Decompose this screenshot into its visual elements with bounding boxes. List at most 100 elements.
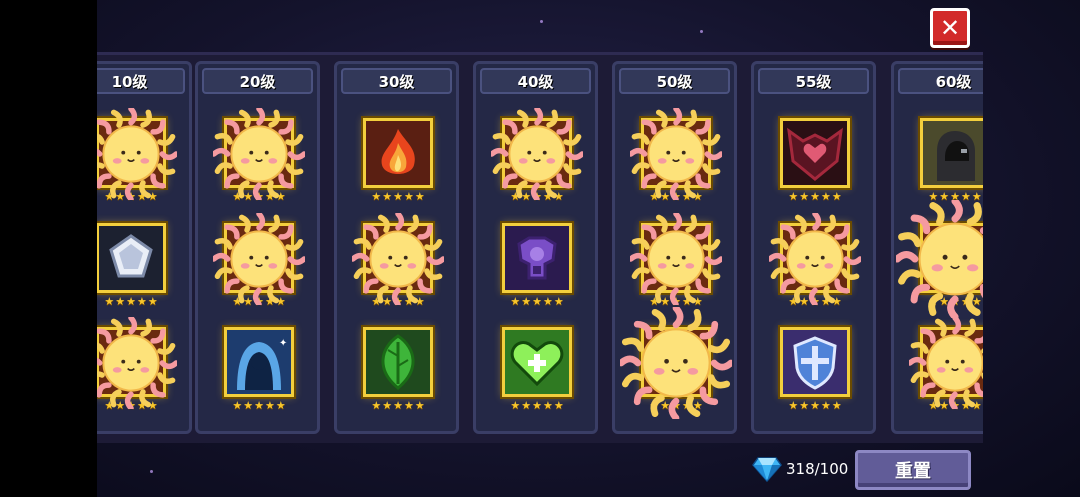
star-icon: ★ [681, 190, 692, 203]
star-icon: ★ [510, 190, 521, 203]
star-icon: ★ [115, 190, 126, 203]
blue-shield-icon [780, 327, 850, 397]
talent-slot[interactable]: ✦ ★ ★ ★ ★ ★ [224, 327, 294, 417]
star-icon: ★ [831, 190, 842, 203]
hooded-figure-icon [920, 118, 983, 188]
star-icon: ★ [810, 190, 820, 203]
star-icon: ★ [971, 295, 982, 308]
star-icon: ★ [831, 399, 842, 412]
talent-slot[interactable]: ★ ★ ★ ★ ★ [767, 211, 863, 313]
star-icon: ★ [382, 399, 393, 412]
talent-slot[interactable]: ★ ★ ★ ★ ★ [502, 223, 572, 313]
star-icon: ★ [660, 295, 671, 308]
star-icon: ★ [104, 295, 115, 308]
star-rating: ★ ★ ★ ★ ★ [97, 295, 170, 309]
star-icon: ★ [243, 190, 254, 203]
star-icon: ★ [799, 399, 810, 412]
star-icon: ★ [950, 190, 960, 203]
star-icon: ★ [136, 190, 147, 203]
star-icon: ★ [542, 399, 553, 412]
talent-slot[interactable]: ★ ★ ★ ★ ★ [363, 118, 433, 208]
sun-sticker-icon [920, 223, 983, 293]
talent-slot[interactable]: ★ ★ ★ ★ ★ [97, 106, 179, 208]
star-rating: ★ ★ ★ ★ ★ [359, 295, 437, 309]
star-icon: ★ [542, 190, 553, 203]
star-rating: ★ ★ ★ ★ ★ [637, 295, 715, 309]
star-icon: ★ [371, 190, 382, 203]
close-button[interactable]: ✕ [930, 8, 970, 48]
star-icon: ★ [950, 295, 960, 308]
star-rating: ★ ★ ★ ★ ★ [916, 295, 983, 309]
star-icon: ★ [521, 399, 532, 412]
star-icon: ★ [553, 399, 564, 412]
talent-slot[interactable]: ★ ★ ★ ★ ★ [350, 211, 446, 313]
level-header: 60级 [898, 68, 983, 94]
star-icon: ★ [254, 190, 264, 203]
star-icon: ★ [521, 295, 532, 308]
star-icon: ★ [660, 399, 671, 412]
star-icon: ★ [649, 295, 660, 308]
talent-slot[interactable]: ★ ★ ★ ★ ★ [628, 211, 724, 313]
talent-slot[interactable]: ★ ★ ★ ★ ★ [628, 106, 724, 208]
reset-button[interactable]: 重置 [855, 450, 971, 490]
star-icon: ★ [104, 190, 115, 203]
star-icon: ★ [788, 190, 799, 203]
star-icon: ★ [136, 399, 147, 412]
star-icon: ★ [532, 295, 542, 308]
talent-slot[interactable]: ★ ★ ★ ★ ★ [97, 315, 179, 417]
star-rating: ★ ★ ★ ★ ★ [220, 295, 298, 309]
star-icon: ★ [939, 399, 950, 412]
talent-slot[interactable]: ★ ★ ★ ★ ★ [920, 118, 983, 208]
star-rating: ★ ★ ★ ★ ★ [916, 190, 983, 204]
star-rating: ★ ★ ★ ★ ★ [637, 399, 715, 413]
sun-sticker-icon [224, 118, 294, 188]
star-icon: ★ [275, 190, 286, 203]
talent-slot[interactable]: ★ ★ ★ ★ ★ [489, 106, 585, 208]
star-icon: ★ [681, 399, 692, 412]
sun-sticker-icon [97, 327, 166, 397]
level-column: 50级 ★ ★ ★ ★ ★ ★ ★ ★ ★ ★ ★ ★ ★ ★ ★ [612, 61, 737, 434]
star-icon: ★ [810, 295, 820, 308]
star-rating: ★ ★ ★ ★ ★ [637, 190, 715, 204]
star-rating: ★ ★ ★ ★ ★ [97, 190, 170, 204]
green-heart-icon [502, 327, 572, 397]
talent-slot[interactable]: ★ ★ ★ ★ ★ [502, 327, 572, 417]
star-icon: ★ [532, 190, 542, 203]
talent-slot[interactable]: ★ ★ ★ ★ ★ [97, 223, 166, 313]
talent-slot[interactable]: ★ ★ ★ ★ ★ [211, 106, 307, 208]
star-icon: ★ [928, 295, 939, 308]
sun-sticker-icon [641, 223, 711, 293]
talent-slot[interactable]: ★ ★ ★ ★ ★ [363, 327, 433, 417]
star-icon: ★ [960, 190, 971, 203]
star-icon: ★ [553, 295, 564, 308]
star-icon: ★ [414, 399, 425, 412]
purple-armor-icon [502, 223, 572, 293]
star-icon: ★ [799, 190, 810, 203]
star-icon: ★ [971, 190, 982, 203]
star-icon: ★ [820, 295, 831, 308]
talent-slot[interactable]: ★ ★ ★ ★ ★ [780, 327, 850, 417]
star-icon: ★ [649, 399, 660, 412]
talent-slot[interactable]: ★ ★ ★ ★ ★ [907, 315, 983, 417]
star-icon: ★ [928, 190, 939, 203]
star-icon: ★ [532, 399, 542, 412]
star-icon: ★ [799, 295, 810, 308]
leaf-icon [363, 327, 433, 397]
star-icon: ★ [928, 399, 939, 412]
talent-slot[interactable]: ★ ★ ★ ★ ★ [893, 197, 983, 321]
star-icon: ★ [660, 190, 671, 203]
star-icon: ★ [403, 190, 414, 203]
star-rating: ★ ★ ★ ★ ★ [916, 399, 983, 413]
talent-slot[interactable]: ★ ★ ★ ★ ★ [780, 118, 850, 208]
star-icon: ★ [147, 399, 158, 412]
sun-sticker-icon [920, 327, 983, 397]
left-edge-bar [0, 0, 97, 497]
star-rating: ★ ★ ★ ★ ★ [498, 190, 576, 204]
star-icon: ★ [820, 399, 831, 412]
level-column: 40级 ★ ★ ★ ★ ★ ★ ★ ★ ★ ★ ★ ★ ★ ★ ★ [473, 61, 598, 434]
star-icon: ★ [147, 295, 158, 308]
talent-slot[interactable]: ★ ★ ★ ★ ★ [617, 304, 735, 422]
star-icon: ★ [831, 295, 842, 308]
talent-slot[interactable]: ★ ★ ★ ★ ★ [211, 211, 307, 313]
star-icon: ★ [649, 190, 660, 203]
